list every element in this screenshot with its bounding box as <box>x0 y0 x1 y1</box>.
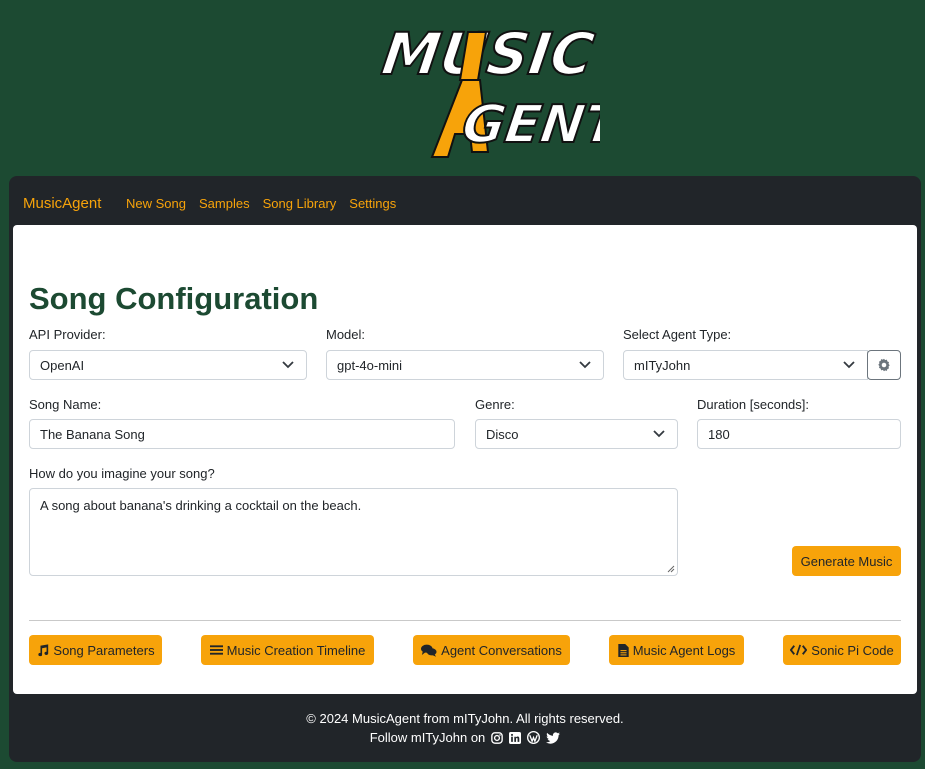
nav-link-song-library[interactable]: Song Library <box>263 196 337 211</box>
social-links <box>491 731 561 744</box>
music-agent-logs-label: Music Agent Logs <box>632 642 736 658</box>
footer-copyright: © 2024 MusicAgent from mITyJohn. All rig… <box>306 711 624 726</box>
genre-select[interactable]: Disco <box>475 419 678 449</box>
imagine-label: How do you imagine your song? <box>29 466 215 481</box>
genre-value: Disco <box>486 427 519 442</box>
instagram-icon[interactable] <box>491 731 504 744</box>
footer-follow-text: Follow mITyJohn on <box>369 730 486 745</box>
generate-music-button[interactable]: Generate Music <box>792 546 901 576</box>
chevron-down-icon <box>579 361 591 369</box>
nav-link-samples[interactable]: Samples <box>199 196 250 211</box>
song-parameters-button[interactable]: Song Parameters <box>29 635 162 665</box>
linkedin-icon[interactable] <box>509 731 522 744</box>
nav-link-settings[interactable]: Settings <box>349 196 396 211</box>
gear-icon <box>878 358 890 372</box>
logo-area: MUSIC GENT <box>0 0 925 176</box>
footer-follow-line: Follow mITyJohn on <box>9 730 921 745</box>
file-icon <box>617 643 629 657</box>
chat-icon <box>421 644 437 657</box>
chevron-down-icon <box>653 430 665 438</box>
music-creation-timeline-label: Music Creation Timeline <box>226 642 366 658</box>
agent-type-label: Select Agent Type: <box>623 327 732 342</box>
sonic-pi-code-label: Sonic Pi Code <box>811 642 894 658</box>
model-select[interactable]: gpt-4o-mini <box>326 350 604 380</box>
wordpress-icon[interactable] <box>527 731 541 744</box>
agent-conversations-label: Agent Conversations <box>441 642 562 658</box>
duration-label: Duration [seconds]: <box>697 397 810 412</box>
api-provider-select[interactable]: OpenAI <box>29 350 307 380</box>
model-value: gpt-4o-mini <box>337 358 403 373</box>
agent-conversations-button[interactable]: Agent Conversations <box>413 635 570 665</box>
music-creation-timeline-button[interactable]: Music Creation Timeline <box>201 635 374 665</box>
genre-label: Genre: <box>475 397 515 412</box>
music-agent-logs-button[interactable]: Music Agent Logs <box>609 635 744 665</box>
resize-grip-icon[interactable] <box>667 565 675 573</box>
sonic-pi-code-button[interactable]: Sonic Pi Code <box>783 635 901 665</box>
agent-type-select[interactable]: mITyJohn <box>623 350 868 380</box>
song-name-label: Song Name: <box>29 397 102 412</box>
divider <box>29 620 901 621</box>
chevron-down-icon <box>843 361 855 369</box>
app-card: MusicAgent New Song Samples Song Library… <box>9 176 921 762</box>
svg-text:MUSIC: MUSIC <box>380 20 598 88</box>
page-title: Song Configuration <box>29 281 319 316</box>
duration-value: 180 <box>708 427 730 442</box>
song-name-value: The Banana Song <box>40 427 145 442</box>
api-provider-label: API Provider: <box>29 327 106 342</box>
imagine-value: A song about banana's drinking a cocktai… <box>40 498 362 513</box>
agent-type-value: mITyJohn <box>634 358 691 373</box>
nav-links: New Song Samples Song Library Settings <box>126 196 396 211</box>
generate-music-label: Generate Music <box>800 553 893 569</box>
model-label: Model: <box>326 327 366 342</box>
main-content: Song Configuration API Provider: OpenAI … <box>13 225 917 694</box>
imagine-textarea[interactable]: A song about banana's drinking a cocktai… <box>29 488 678 576</box>
twitter-icon[interactable] <box>546 731 561 744</box>
agent-settings-button[interactable] <box>867 350 901 380</box>
navbar: MusicAgent New Song Samples Song Library… <box>9 176 921 226</box>
navbar-brand[interactable]: MusicAgent <box>23 195 101 212</box>
svg-text:GENT: GENT <box>459 95 600 155</box>
nav-link-new-song[interactable]: New Song <box>126 196 186 211</box>
duration-input[interactable]: 180 <box>697 419 901 449</box>
music-note-icon <box>38 643 49 656</box>
musicagent-logo: MUSIC GENT <box>380 19 600 158</box>
api-provider-value: OpenAI <box>40 358 85 373</box>
footer: © 2024 MusicAgent from mITyJohn. All rig… <box>9 711 921 745</box>
song-name-input[interactable]: The Banana Song <box>29 419 455 449</box>
song-parameters-label: Song Parameters <box>53 642 155 658</box>
chevron-down-icon <box>282 361 294 369</box>
list-icon <box>209 645 223 655</box>
code-icon <box>790 644 808 656</box>
